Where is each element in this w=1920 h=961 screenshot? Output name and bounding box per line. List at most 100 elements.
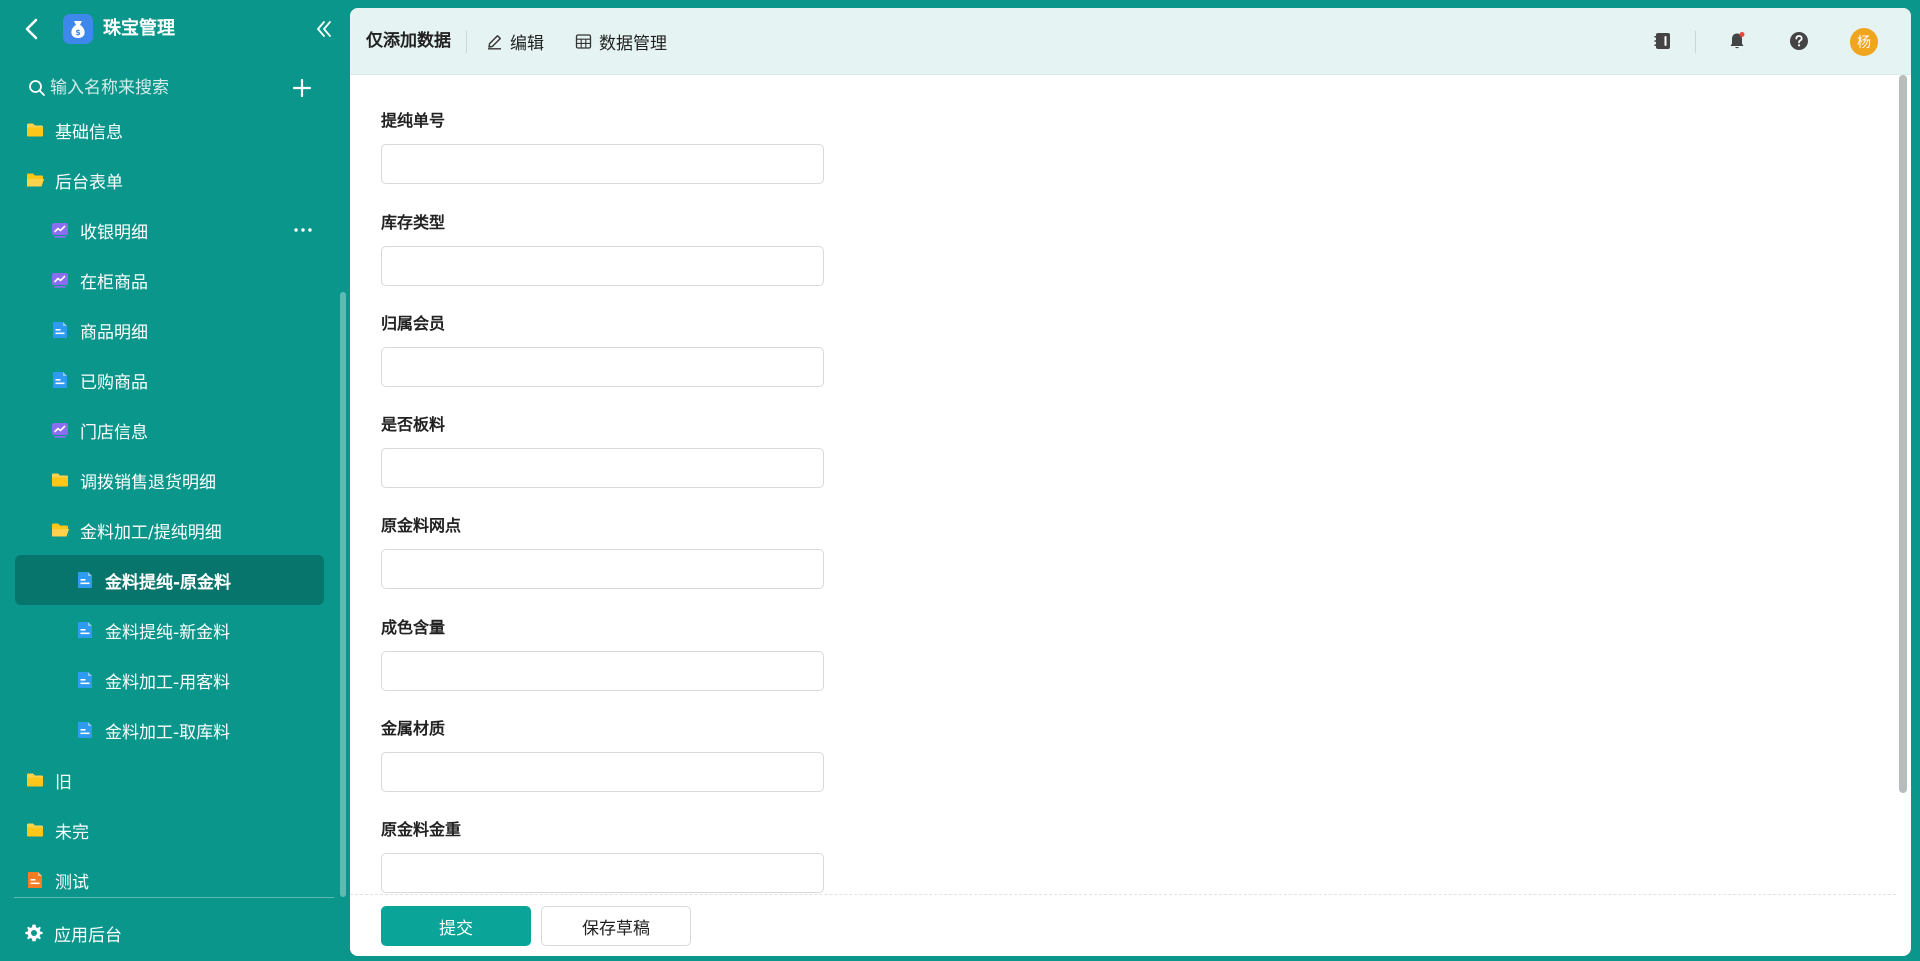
search-input[interactable] [50, 74, 280, 102]
sidebar-item-test[interactable]: 测试 [15, 855, 324, 892]
help-button[interactable] [1786, 28, 1812, 54]
form-icon [50, 320, 70, 340]
field-metal-material: 金属材质 [381, 718, 824, 792]
notebook-button[interactable] [1650, 28, 1676, 54]
chevron-left-icon [25, 18, 38, 40]
purity-input[interactable] [381, 651, 824, 691]
chart-icon [50, 270, 70, 290]
form-body: 提纯单号 库存类型 归属会员 是否板料 原金料网点 成色含量 金属材质 原金料金… [350, 75, 1896, 895]
folder-icon [50, 470, 70, 490]
sidebar-item-process-customer-gold[interactable]: 金料加工-用客料 [15, 655, 324, 705]
sidebar-item-old[interactable]: 旧 [15, 755, 324, 805]
field-raw-gold-weight: 原金料金重 [381, 819, 824, 893]
folder-icon [25, 120, 45, 140]
nav-list: 基础信息 后台表单 收银明细 在柜商品 商品明细 已购商品 门店信息 调拨销售退… [0, 112, 340, 892]
sidebar-item-label: 未完 [55, 822, 89, 843]
save-draft-button[interactable]: 保存草稿 [541, 906, 691, 946]
toolbar-divider [466, 31, 467, 53]
sidebar-item-label: 门店信息 [80, 422, 148, 443]
sidebar-item-in-store-goods[interactable]: 在柜商品 [15, 255, 324, 305]
back-button[interactable] [20, 12, 46, 46]
folder-open-icon [50, 520, 70, 540]
bell-icon [1730, 32, 1745, 49]
form-toolbar: 仅添加数据 编辑 数据管理 杨 [350, 8, 1911, 75]
ellipsis-icon [294, 228, 312, 232]
sidebar-item-backend-forms[interactable]: 后台表单 [15, 155, 324, 205]
sidebar-divider [14, 897, 334, 898]
form-orange-icon [25, 870, 45, 890]
app-admin-link[interactable]: 应用后台 [24, 918, 122, 948]
submit-button[interactable]: 提交 [381, 906, 531, 946]
field-label: 是否板料 [381, 415, 446, 434]
sidebar-item-label: 金料加工-取库料 [105, 722, 231, 743]
is-plate-input[interactable] [381, 448, 824, 488]
main-panel: 仅添加数据 编辑 数据管理 杨 提纯单号 库存类型 归属会员 是否板料 原金料网… [350, 8, 1911, 956]
sidebar-item-goods-details[interactable]: 商品明细 [15, 305, 324, 355]
form-scrollbar[interactable] [1899, 75, 1907, 793]
sidebar-item-label: 测试 [55, 872, 89, 893]
folder-icon [25, 820, 45, 840]
member-input[interactable] [381, 347, 824, 387]
sidebar-item-cashier-details[interactable]: 收银明细 [15, 205, 324, 255]
sidebar-item-gold-processing[interactable]: 金料加工/提纯明细 [15, 505, 324, 555]
sidebar-item-label: 已购商品 [80, 372, 148, 393]
purify-no-input[interactable] [381, 144, 824, 184]
field-stock-type: 库存类型 [381, 212, 824, 286]
sidebar-item-label: 金料提纯-原金料 [105, 572, 232, 593]
page-title: 仅添加数据 [366, 31, 451, 51]
svg-text:$: $ [75, 28, 81, 37]
field-label: 归属会员 [381, 314, 446, 333]
sidebar-item-label: 在柜商品 [80, 272, 148, 293]
app-admin-label: 应用后台 [54, 925, 122, 946]
stock-type-input[interactable] [381, 246, 824, 286]
field-label: 原金料网点 [381, 516, 462, 535]
sidebar-item-label: 收银明细 [80, 222, 148, 243]
plus-icon [292, 78, 312, 98]
sidebar-item-label: 金料提纯-新金料 [105, 622, 231, 643]
field-label: 原金料金重 [381, 820, 462, 839]
notifications-button[interactable] [1724, 28, 1750, 54]
form-icon [75, 720, 95, 740]
sidebar-item-basic-info[interactable]: 基础信息 [15, 112, 324, 155]
sidebar-item-label: 金料加工-用客料 [105, 672, 231, 693]
sidebar-header: $ 珠宝管理 [0, 0, 350, 60]
form-icon [75, 570, 95, 590]
sidebar-item-label: 调拨销售退货明细 [80, 472, 216, 493]
double-chevron-left-icon [317, 21, 331, 37]
sidebar-item-purchased-goods[interactable]: 已购商品 [15, 355, 324, 405]
form-icon [50, 370, 70, 390]
sidebar-item-process-stock-gold[interactable]: 金料加工-取库料 [15, 705, 324, 755]
sidebar-item-unfinished[interactable]: 未完 [15, 805, 324, 855]
field-label: 成色含量 [381, 618, 446, 637]
more-options-button[interactable] [290, 217, 316, 243]
add-item-button[interactable] [290, 76, 314, 100]
raw-gold-weight-input[interactable] [381, 853, 824, 893]
sidebar-item-transfer-return[interactable]: 调拨销售退货明细 [15, 455, 324, 505]
notebook-icon [1654, 33, 1670, 49]
sidebar-item-purify-raw-gold[interactable]: 金料提纯-原金料 [15, 555, 324, 605]
field-purify-no: 提纯单号 [381, 110, 824, 184]
chart-icon [50, 220, 70, 240]
field-label: 金属材质 [381, 719, 446, 738]
folder-icon [25, 770, 45, 790]
metal-material-input[interactable] [381, 752, 824, 792]
edit-button[interactable]: 编辑 [486, 28, 544, 54]
edit-label: 编辑 [510, 33, 544, 54]
sidebar-item-store-info[interactable]: 门店信息 [15, 405, 324, 455]
sidebar-item-label: 金料加工/提纯明细 [80, 522, 222, 543]
sidebar-scrollbar[interactable] [340, 292, 346, 897]
search-icon [29, 80, 45, 96]
form-icon [75, 670, 95, 690]
money-bag-icon: $ [71, 21, 85, 38]
field-raw-gold-outlet: 原金料网点 [381, 515, 824, 589]
raw-gold-outlet-input[interactable] [381, 549, 824, 589]
form-actions: 提交 保存草稿 [350, 894, 1896, 956]
app-logo: $ [63, 14, 93, 44]
folder-open-icon [25, 170, 45, 190]
sidebar-item-purify-new-gold[interactable]: 金料提纯-新金料 [15, 605, 324, 655]
collapse-sidebar-button[interactable] [312, 17, 336, 41]
user-avatar[interactable]: 杨 [1850, 28, 1878, 56]
field-is-plate: 是否板料 [381, 414, 824, 488]
data-management-button[interactable]: 数据管理 [575, 28, 667, 54]
sidebar-item-label: 旧 [55, 772, 72, 793]
